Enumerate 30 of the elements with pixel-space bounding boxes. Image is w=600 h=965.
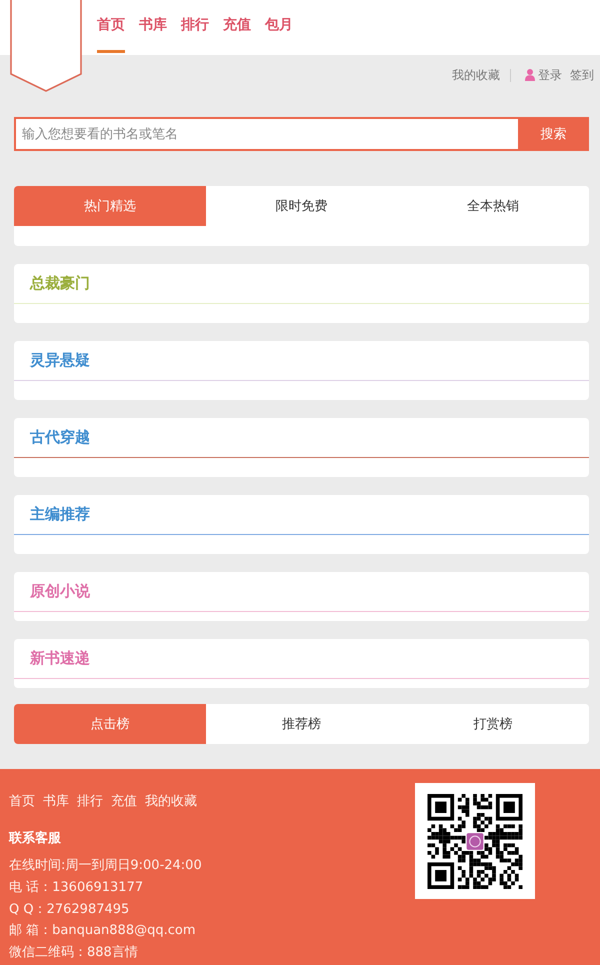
footer-link[interactable]: 书库 <box>43 792 69 810</box>
nav-link[interactable]: 书库 <box>139 0 167 53</box>
section-title[interactable]: 灵异悬疑 <box>30 351 90 370</box>
contact-info-text: 电 话：13606913177 <box>9 878 144 897</box>
favorites-link[interactable]: 我的收藏 <box>452 66 500 84</box>
footer-link[interactable]: 首页 <box>9 792 35 810</box>
section-title[interactable]: 原创小说 <box>30 582 90 601</box>
contact-info-text: 邮 箱：banquan888@qq.com <box>9 922 197 940</box>
section-title[interactable]: 古代穿越 <box>30 428 90 447</box>
nav-link[interactable]: 排行 <box>181 0 209 53</box>
section-title[interactable]: 总裁豪门 <box>30 274 90 293</box>
user-icon <box>525 69 535 81</box>
login-link[interactable]: 登录 <box>538 66 562 84</box>
nav-link[interactable]: 首页 <box>97 0 125 53</box>
category-tab[interactable]: 热门精选 <box>14 186 206 226</box>
contact-info-text: 微信二维码：888言情 <box>9 944 139 962</box>
sign-in-link[interactable]: 签到 <box>570 66 594 84</box>
footer-link[interactable]: 排行 <box>77 792 103 810</box>
nav-link[interactable]: 充值 <box>223 0 251 53</box>
footer-link[interactable]: 我的收藏 <box>145 792 197 810</box>
contact-info-text: 在线时间:周一到周日9:00-24:00 <box>9 857 202 875</box>
contact-heading: 联系客服 <box>9 830 62 848</box>
nav-link[interactable]: 包月 <box>265 0 293 53</box>
search-button[interactable]: 搜索 <box>518 117 589 151</box>
ranking-tab[interactable]: 点击榜 <box>14 704 206 744</box>
footer-link[interactable]: 充值 <box>111 792 137 810</box>
search-field[interactable]: 输入您想要看的书名或笔名 <box>14 117 518 151</box>
contact-info-text: Q Q：2762987495 <box>9 900 130 919</box>
section-title[interactable]: 主编推荐 <box>30 505 90 524</box>
section-title[interactable]: 新书速递 <box>30 649 90 668</box>
